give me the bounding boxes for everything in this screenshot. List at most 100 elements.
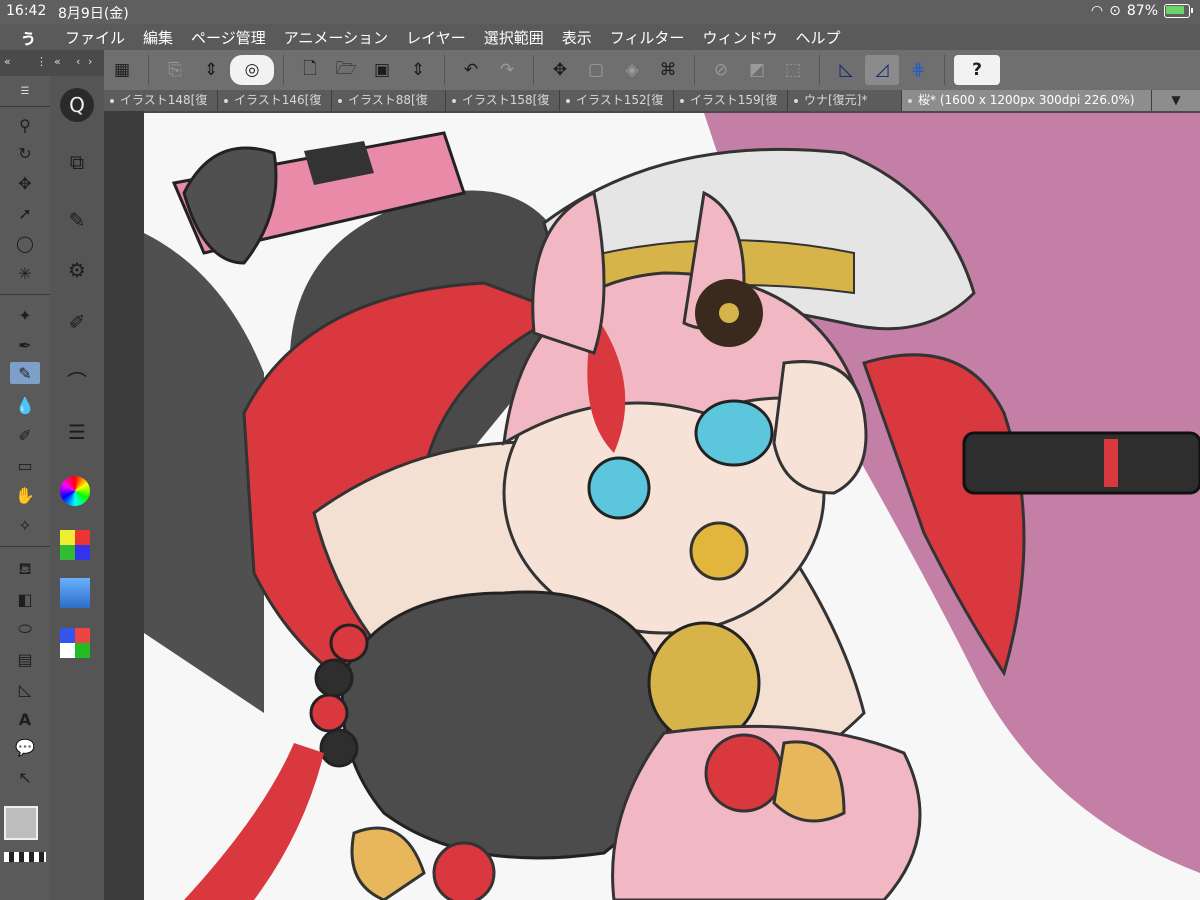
rotate-icon[interactable]: ↻ <box>10 142 40 164</box>
lasso-icon[interactable]: ◯ <box>10 232 40 254</box>
tab-document[interactable]: イラスト158[復 <box>446 90 560 111</box>
tab-close-icon[interactable] <box>110 98 114 103</box>
prev-icon[interactable]: ‹ <box>76 55 80 68</box>
clear-icon[interactable]: ✥ <box>543 55 577 85</box>
tab-active-document[interactable]: 桜* (1600 x 1200px 300dpi 226.0%) <box>902 90 1152 111</box>
subtool-panel-header[interactable]: « ‹ › <box>50 50 104 76</box>
collapse-left-icon-2[interactable]: « <box>54 55 61 68</box>
tool-settings-icon[interactable]: ⚙ <box>60 254 94 286</box>
ruler-icon[interactable]: ◺ <box>10 678 40 700</box>
brush-size-icon[interactable]: ✐ <box>60 306 94 338</box>
magic-wand-icon[interactable]: ✳ <box>10 262 40 284</box>
new-file-icon[interactable]: 🗋 <box>293 55 327 85</box>
hide-selection-icon[interactable]: ⊘ <box>704 55 738 85</box>
help-button[interactable]: ? <box>954 55 1000 85</box>
divider <box>444 55 445 85</box>
palette-menu-icon[interactable]: ☰ <box>10 80 40 102</box>
drawing-canvas[interactable] <box>144 113 1200 900</box>
main-color-swatch[interactable] <box>4 806 38 840</box>
open-folder-icon[interactable]: 🗁 <box>329 55 363 85</box>
redo-icon[interactable]: ↷ <box>490 55 524 85</box>
quick-access-logo-icon[interactable]: Q <box>60 88 94 122</box>
tab-label: 桜* (1600 x 1200px 300dpi 226.0%) <box>918 93 1135 107</box>
color-wheel-icon[interactable] <box>60 476 90 506</box>
correct-line-icon[interactable]: ↖ <box>10 766 40 788</box>
decoration-icon[interactable]: ✧ <box>10 514 40 536</box>
blend-icon[interactable]: ✋ <box>10 484 40 506</box>
material-icon[interactable] <box>60 628 90 658</box>
transparent-color-swatch[interactable] <box>4 852 46 862</box>
eraser-icon[interactable]: ▭ <box>10 454 40 476</box>
menu-window[interactable]: ウィンドウ <box>693 27 786 48</box>
tab-menu-icon[interactable]: ▼ <box>1152 90 1200 111</box>
special-ruler-snap-icon[interactable]: ◿ <box>865 55 899 85</box>
animation-timeline-icon[interactable] <box>60 578 90 608</box>
tab-close-icon[interactable] <box>338 98 342 103</box>
text-icon[interactable]: A <box>10 708 40 730</box>
fill-icon[interactable]: ⛾ <box>10 558 40 580</box>
tab-document[interactable]: イラスト159[復 <box>674 90 788 111</box>
next-icon[interactable]: › <box>88 55 92 68</box>
eyedropper-icon[interactable]: ✦ <box>10 304 40 326</box>
menu-selection[interactable]: 選択範囲 <box>475 27 553 48</box>
tab-document[interactable]: イラスト152[復 <box>560 90 674 111</box>
quick-access-icon[interactable]: ◎ <box>230 55 274 85</box>
menu-edit[interactable]: 編集 <box>134 27 182 48</box>
tab-close-icon[interactable] <box>224 98 228 103</box>
zoom-icon[interactable]: ⚲ <box>10 114 40 136</box>
operation-icon[interactable]: ➚ <box>10 202 40 224</box>
ruler-snap-icon[interactable]: ◺ <box>829 55 863 85</box>
collapse-left-icon[interactable]: « <box>4 55 11 68</box>
airbrush-icon[interactable]: ✐ <box>10 424 40 446</box>
pen-icon[interactable]: ✒ <box>10 334 40 356</box>
grid-snap-icon[interactable]: ⋕ <box>901 55 935 85</box>
tab-close-icon[interactable] <box>680 98 684 103</box>
fill-bucket-icon[interactable]: ◈ <box>615 55 649 85</box>
menu-animation[interactable]: アニメーション <box>275 27 397 48</box>
pencil-icon[interactable]: ✎ <box>10 362 40 384</box>
tab-document[interactable]: イラスト146[復 <box>218 90 332 111</box>
menu-file[interactable]: ファイル <box>56 27 134 48</box>
undo-icon[interactable]: ↶ <box>454 55 488 85</box>
grip-icon[interactable]: ⋮ <box>36 55 47 68</box>
color-set-icon[interactable] <box>60 530 90 560</box>
copy-layer-icon[interactable]: ⧉ <box>60 146 94 178</box>
tab-close-icon[interactable] <box>566 98 570 103</box>
tab-document[interactable]: ウナ[復元]* <box>788 90 902 111</box>
battery-icon <box>1164 4 1193 18</box>
select-all-icon[interactable]: ⬚ <box>776 55 810 85</box>
tool-panel-header[interactable]: « ⋮ <box>0 50 50 76</box>
figure-icon[interactable]: ⬭ <box>10 618 40 640</box>
gradient-icon[interactable]: ◧ <box>10 588 40 610</box>
app-logo-icon[interactable]: ぅ <box>0 24 56 50</box>
layers-icon[interactable]: ☰ <box>60 416 94 448</box>
brush-icon[interactable]: 💧 <box>10 394 40 416</box>
menu-page[interactable]: ページ管理 <box>182 27 275 48</box>
status-bar: 16:42 8月9日(金) ◠ ⊙ 87% <box>0 0 1200 24</box>
subtool-detail-icon[interactable]: ✎ <box>60 204 94 236</box>
tab-document[interactable]: イラスト148[復 <box>104 90 218 111</box>
menu-filter[interactable]: フィルター <box>601 27 694 48</box>
crop-icon[interactable]: ▢ <box>579 55 613 85</box>
transform-icon[interactable]: ⌘ <box>651 55 685 85</box>
balloon-icon[interactable]: 💬 <box>10 736 40 758</box>
tab-label: イラスト148[復 <box>120 93 208 107</box>
up-down-arrows-icon[interactable]: ⇕ <box>194 55 228 85</box>
scan-icon[interactable]: ⎘ <box>158 55 192 85</box>
pen-pressure-icon[interactable]: ⌒ <box>60 364 94 396</box>
bell <box>689 521 749 581</box>
menu-view[interactable]: 表示 <box>553 27 601 48</box>
tab-document[interactable]: イラスト88[復 <box>332 90 446 111</box>
tab-close-icon[interactable] <box>908 98 912 103</box>
tab-close-icon[interactable] <box>452 98 456 103</box>
menu-layer[interactable]: レイヤー <box>397 27 475 48</box>
layout-grid-icon[interactable]: ▦ <box>105 55 139 85</box>
up-down-arrows-icon-2[interactable]: ⇕ <box>401 55 435 85</box>
tab-close-icon[interactable] <box>794 98 798 103</box>
menu-help[interactable]: ヘルプ <box>786 27 849 48</box>
document-tab-bar: イラスト148[復 イラスト146[復 イラスト88[復 イラスト158[復 イ… <box>104 90 1200 111</box>
save-icon[interactable]: ▣ <box>365 55 399 85</box>
invert-selection-icon[interactable]: ◩ <box>740 55 774 85</box>
frame-icon[interactable]: ▤ <box>10 648 40 670</box>
move-layer-icon[interactable]: ✥ <box>10 172 40 194</box>
